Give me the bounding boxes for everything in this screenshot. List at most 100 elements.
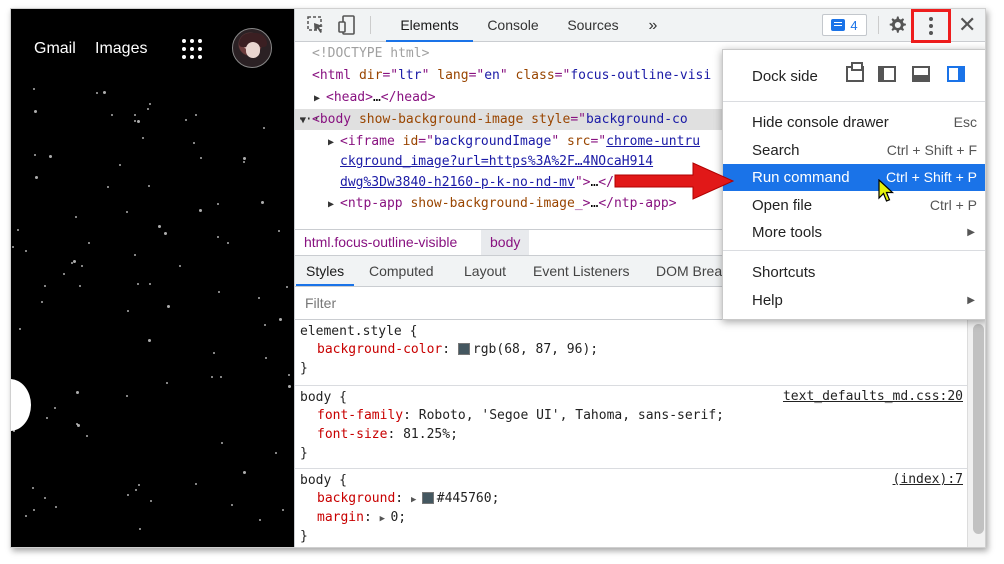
dock-undock-icon[interactable]: [846, 62, 864, 82]
tab-computed[interactable]: Computed: [369, 256, 434, 286]
star-dot: [158, 225, 161, 228]
star-dot: [148, 339, 151, 342]
issues-badge[interactable]: 4: [822, 14, 867, 36]
menu-item-hide-console-drawer[interactable]: Hide console drawer Esc: [723, 109, 985, 136]
rule-source-link[interactable]: text_defaults_md.css:20: [783, 389, 963, 404]
expand-triangle-icon[interactable]: ▶: [328, 194, 340, 215]
color-swatch[interactable]: [457, 343, 470, 355]
expand-triangle-icon[interactable]: ▶: [328, 132, 340, 153]
star-dot: [263, 127, 265, 129]
style-property[interactable]: font-family: Roboto, 'Segoe UI', Tahoma,…: [317, 407, 724, 425]
tab-event-listeners[interactable]: Event Listeners: [533, 256, 630, 286]
close-icon[interactable]: ✕: [958, 11, 976, 39]
tab-layout[interactable]: Layout: [464, 256, 506, 286]
star-dot: [79, 285, 81, 287]
star-dot: [193, 142, 195, 144]
tab-sources[interactable]: Sources: [558, 9, 628, 42]
star-dot: [75, 216, 77, 218]
star-dot: [35, 176, 38, 179]
star-dot: [149, 283, 151, 285]
inspect-element-icon[interactable]: [306, 15, 326, 35]
images-link[interactable]: Images: [95, 40, 147, 58]
star-dot: [261, 201, 264, 204]
star-dot: [243, 161, 245, 163]
star-dot: [166, 382, 168, 384]
star-dot: [213, 352, 215, 354]
star-dot: [76, 391, 79, 394]
style-property[interactable]: background-color: rgb(68, 87, 96);: [317, 341, 598, 359]
dock-right-icon[interactable]: [947, 66, 965, 82]
gear-icon[interactable]: [887, 15, 907, 35]
menu-item-more-tools[interactable]: More tools ▶: [723, 219, 985, 246]
star-dot: [49, 155, 52, 158]
star-dot: [150, 500, 152, 502]
customize-menu-button[interactable]: [911, 9, 951, 43]
more-tabs-icon[interactable]: »: [643, 9, 663, 42]
devtools-toolbar: Elements Console Sources » 4 ✕: [295, 9, 985, 43]
star-dot: [195, 114, 197, 116]
page-widget[interactable]: [11, 379, 31, 431]
star-dot: [259, 519, 261, 521]
star-dot: [275, 452, 277, 454]
device-toolbar-icon[interactable]: [337, 15, 357, 35]
star-dot: [77, 424, 80, 427]
menu-item-shortcuts[interactable]: Shortcuts: [723, 259, 985, 286]
star-dot: [220, 376, 222, 378]
star-dot: [103, 91, 106, 94]
star-dot: [221, 442, 223, 444]
rule-selector[interactable]: element.style {: [300, 323, 417, 341]
menu-item-search[interactable]: Search Ctrl + Shift + F: [723, 137, 985, 164]
styles-pane: element.style {background-color: rgb(68,…: [295, 320, 967, 547]
star-dot: [211, 376, 213, 378]
tab-elements[interactable]: Elements: [386, 9, 473, 42]
star-dot: [44, 497, 46, 499]
breadcrumb-html[interactable]: html.focus-outline-visible: [295, 230, 466, 255]
message-icon: [831, 19, 846, 31]
collapse-triangle-icon[interactable]: ▼: [300, 110, 312, 131]
star-dot: [119, 164, 121, 166]
filter-input[interactable]: Filter: [305, 295, 336, 311]
star-dot: [218, 291, 220, 293]
star-dot: [134, 254, 136, 256]
style-property[interactable]: margin: ▶ 0;: [317, 509, 406, 527]
star-dot: [279, 318, 282, 321]
customize-menu: Dock side Hide console drawer Esc Search Ct…: [722, 49, 985, 320]
star-dot: [135, 489, 137, 491]
star-dot: [17, 229, 19, 231]
tab-styles[interactable]: Styles: [296, 256, 355, 286]
dock-left-icon[interactable]: [878, 66, 896, 82]
star-dot: [134, 114, 136, 116]
menu-item-help[interactable]: Help ▶: [723, 287, 985, 314]
star-dot: [96, 92, 98, 94]
dock-bottom-icon[interactable]: [912, 66, 930, 82]
styles-scrollbar[interactable]: [967, 320, 985, 547]
rule-selector[interactable]: body {: [300, 472, 347, 490]
star-dot: [288, 385, 291, 388]
star-dot: [217, 236, 219, 238]
new-tab-page: Gmail Images: [11, 9, 294, 547]
star-dot: [134, 120, 136, 122]
star-dot: [126, 395, 128, 397]
style-property[interactable]: font-size: 81.25%;: [317, 426, 458, 444]
rule-selector[interactable]: body {: [300, 389, 347, 407]
breadcrumb-body[interactable]: body: [481, 230, 530, 255]
tab-console[interactable]: Console: [478, 9, 548, 42]
annotation-arrow-icon: [614, 162, 735, 200]
star-dot: [278, 230, 280, 232]
avatar[interactable]: [232, 28, 272, 68]
rule-source-link[interactable]: (index):7: [893, 472, 963, 487]
star-dot: [81, 265, 83, 267]
expand-triangle-icon[interactable]: ▶: [314, 88, 326, 109]
color-swatch[interactable]: [421, 492, 434, 504]
gmail-link[interactable]: Gmail: [34, 40, 76, 58]
menu-item-run-command[interactable]: Run command Ctrl + Shift + P: [723, 164, 985, 191]
tab-dom-breakpoints[interactable]: DOM Brea: [656, 256, 722, 286]
star-dot: [179, 265, 181, 267]
apps-grid-icon[interactable]: [182, 39, 202, 59]
star-dot: [243, 471, 246, 474]
menu-item-open-file[interactable]: Open file Ctrl + P: [723, 192, 985, 219]
style-property[interactable]: background: ▶ #445760;: [317, 490, 499, 508]
star-dot: [19, 328, 21, 330]
style-rule: body { (index):7 background: ▶ #445760; mar…: [295, 469, 967, 547]
star-dot: [54, 407, 56, 409]
